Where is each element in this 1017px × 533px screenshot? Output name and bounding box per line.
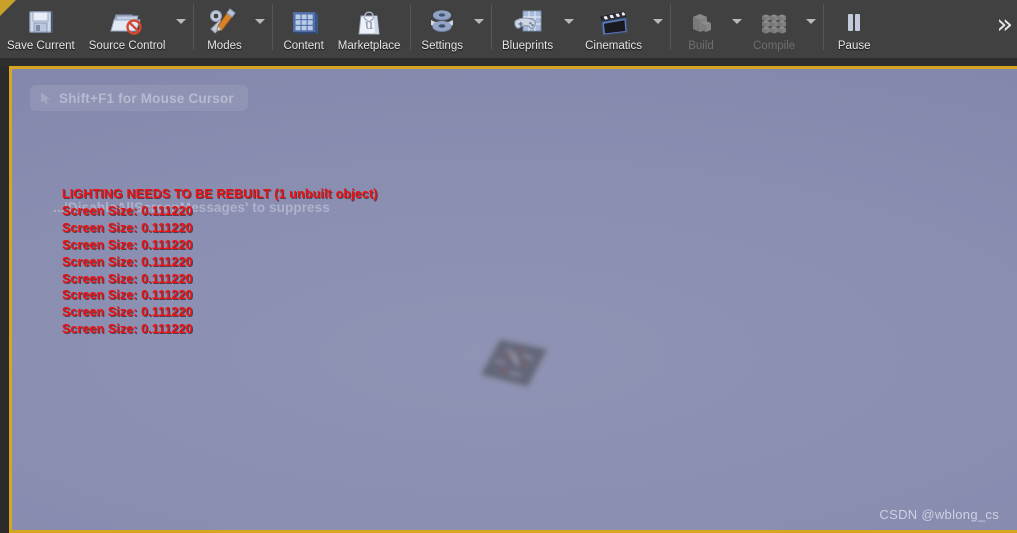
- toolbar-button-content[interactable]: Content: [276, 0, 330, 58]
- toolbar-under-strip: [0, 58, 1017, 66]
- chevron-down-icon: [806, 19, 817, 24]
- toolbar-group-content: Content u Marketplace: [276, 0, 407, 58]
- toolbar-label-build: Build: [688, 40, 714, 52]
- toolbar-label-marketplace: Marketplace: [337, 40, 401, 52]
- osd-message-line: Screen Size: 0.111220: [62, 271, 193, 286]
- osd-message-line: Screen Size: 0.111220: [62, 288, 193, 303]
- toolbar-button-build[interactable]: Build: [674, 0, 728, 58]
- play-in-editor-viewport-frame: ...'DisableAllScreenMessages' to suppres…: [9, 66, 1017, 533]
- settings-dropdown-button[interactable]: [470, 0, 488, 58]
- compile-dropdown-button[interactable]: [802, 0, 820, 58]
- gear-settings-icon: [426, 5, 458, 39]
- osd-message-line: Screen Size: 0.111220: [62, 237, 193, 252]
- toolbar-separator: [823, 4, 825, 50]
- toolbar-group-file: Save Current Source Control: [0, 0, 190, 58]
- toolbar-button-cinematics[interactable]: Cinematics: [578, 0, 649, 58]
- chevron-down-icon: [255, 19, 266, 24]
- chevron-down-icon: [473, 19, 484, 24]
- osd-message-line: Screen Size: 0.111220: [62, 305, 193, 320]
- pause-icon: [840, 5, 868, 39]
- chevron-down-icon: [732, 19, 742, 24]
- toolbar-overflow-button[interactable]: »: [990, 0, 1017, 58]
- toolbar-label-source-control: Source Control: [88, 40, 166, 52]
- chevron-down-icon: [564, 19, 575, 24]
- blueprint-gamepad-icon: [512, 5, 544, 39]
- build-blocks-icon: [685, 5, 717, 39]
- osd-message-line: Screen Size: 0.111220: [62, 220, 193, 235]
- toolbar-label-settings: Settings: [421, 40, 463, 52]
- osd-message-line: LIGHTING NEEDS TO BE REBUILT (1 unbuilt …: [62, 187, 378, 201]
- unreal-editor-window: Save Current Source Control Modes Conten…: [0, 0, 1017, 533]
- toolbar-button-blueprints[interactable]: Blueprints: [495, 0, 560, 58]
- toolbar-separator: [272, 4, 274, 50]
- toolbar-separator: [410, 4, 412, 50]
- toolbar-group-modes: Modes: [197, 0, 269, 58]
- toolbar-group-build: Build Compile: [674, 0, 820, 58]
- cinematics-dropdown-button[interactable]: [649, 0, 667, 58]
- toolbar-button-compile[interactable]: Compile: [746, 0, 802, 58]
- toolbar-group-blueprints: Blueprints Cinematics: [495, 0, 667, 58]
- source-control-icon: [110, 5, 144, 39]
- mouse-cursor-icon: [40, 91, 52, 105]
- toolbar-label-save-current: Save Current: [7, 40, 75, 52]
- toolbar-separator: [490, 4, 492, 50]
- scene-mesh-plane[interactable]: [474, 335, 554, 391]
- modes-dropdown-button[interactable]: [251, 0, 269, 58]
- blueprints-dropdown-button[interactable]: [560, 0, 578, 58]
- main-toolbar: Save Current Source Control Modes Conten…: [0, 0, 1017, 58]
- toolbar-separator: [193, 4, 195, 50]
- toolbar-group-play: Pause: [827, 0, 881, 58]
- mouse-cursor-hint-pill[interactable]: Shift+F1 for Mouse Cursor: [30, 85, 248, 111]
- marketplace-bag-icon: u: [354, 5, 384, 39]
- toolbar-button-marketplace[interactable]: u Marketplace: [331, 0, 408, 58]
- toolbar-group-settings: Settings: [414, 0, 488, 58]
- toolbar-label-content: Content: [283, 40, 324, 52]
- game-viewport[interactable]: ...'DisableAllScreenMessages' to suppres…: [12, 69, 1017, 530]
- content-browser-icon: [288, 5, 320, 39]
- wrench-pencil-icon: [208, 5, 240, 39]
- double-chevron-right-icon: »: [996, 8, 1013, 40]
- toolbar-label-modes: Modes: [207, 40, 242, 52]
- osd-message-line: Screen Size: 0.111220: [62, 203, 193, 218]
- toolbar-label-pause: Pause: [837, 40, 871, 52]
- toolbar-label-blueprints: Blueprints: [501, 40, 554, 52]
- mouse-cursor-hint-label: Shift+F1 for Mouse Cursor: [59, 90, 234, 106]
- floppy-disk-icon: [26, 5, 56, 39]
- source-control-dropdown-button[interactable]: [172, 0, 190, 58]
- toolbar-separator: [670, 4, 671, 50]
- chevron-down-icon: [176, 19, 187, 24]
- toolbar-button-modes[interactable]: Modes: [197, 0, 251, 58]
- window-corner-marker: [0, 0, 16, 16]
- on-screen-debug-messages: LIGHTING NEEDS TO BE REBUILT (1 unbuilt …: [62, 186, 582, 338]
- compile-cubes-icon: [757, 5, 791, 39]
- watermark-text: CSDN @wblong_cs: [879, 507, 999, 522]
- toolbar-label-compile: Compile: [753, 40, 796, 52]
- toolbar-label-cinematics: Cinematics: [585, 40, 642, 52]
- build-dropdown-button[interactable]: [728, 0, 746, 58]
- toolbar-button-source-control[interactable]: Source Control: [82, 0, 173, 58]
- clapperboard-icon: [597, 5, 631, 39]
- toolbar-button-settings[interactable]: Settings: [414, 0, 470, 58]
- toolbar-button-pause[interactable]: Pause: [827, 0, 881, 58]
- chevron-down-icon: [653, 19, 663, 24]
- osd-message-line: Screen Size: 0.111220: [62, 254, 193, 269]
